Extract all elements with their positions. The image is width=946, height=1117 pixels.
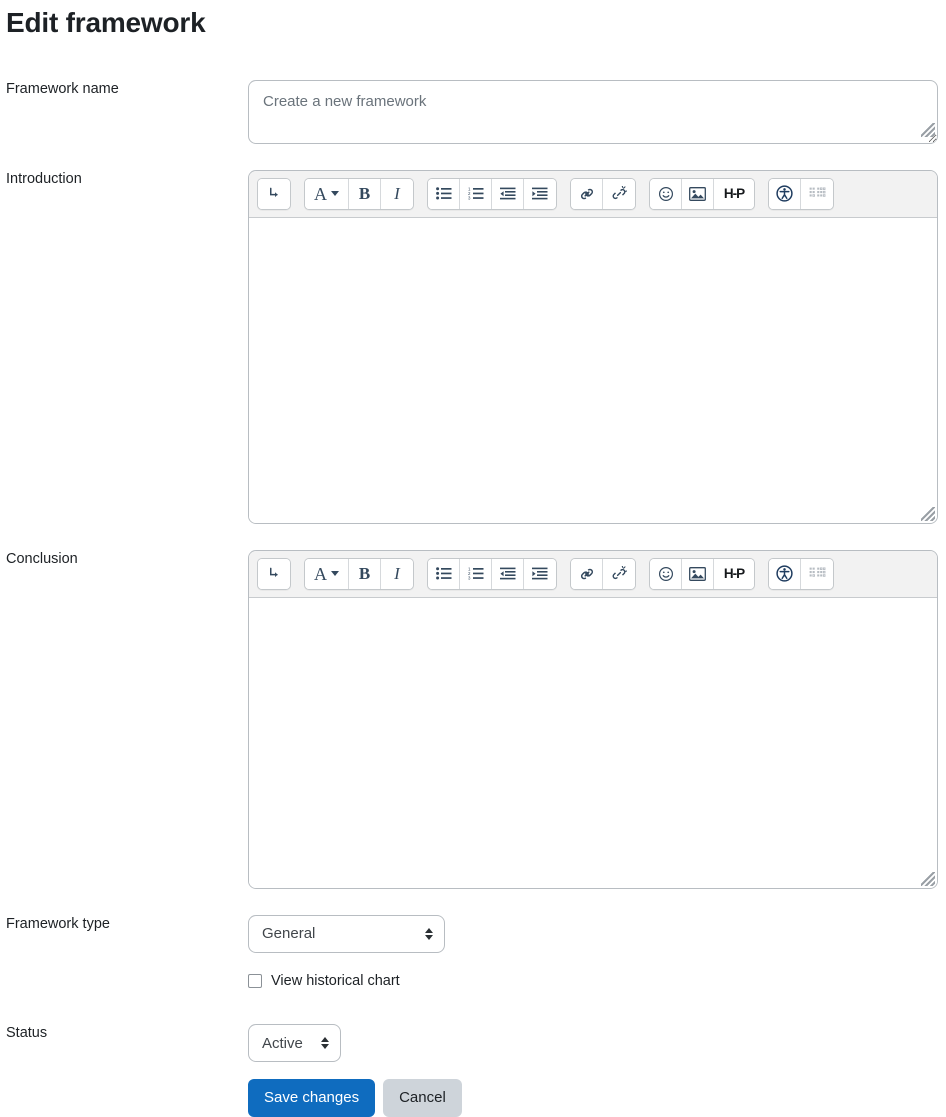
outdent-icon[interactable]	[492, 558, 524, 589]
action-buttons-spacer	[0, 1079, 248, 1098]
introduction-editor-toolbar: A B I 1 2 3 H-P	[249, 170, 937, 218]
screenreader-helper-icon[interactable]	[801, 558, 833, 589]
introduction-editor-content[interactable]	[249, 217, 937, 523]
h5p-label: H-P	[723, 566, 745, 582]
unordered-list-icon[interactable]	[428, 178, 460, 209]
bold-icon[interactable]: B	[349, 178, 381, 209]
status-label: Status	[6, 1025, 48, 1042]
framework-name-control	[248, 79, 946, 144]
toolbar-group-accessibility	[768, 177, 834, 210]
conclusion-editor: A B I 1 2 3 H-P	[248, 549, 938, 889]
conclusion-row: Conclusion A B I 1 2 3 H-P	[0, 549, 946, 889]
button-row: Save changes Cancel	[248, 1079, 938, 1117]
accessibility-checker-icon[interactable]	[769, 178, 801, 209]
conclusion-editor-toolbar: A B I 1 2 3 H-P	[249, 550, 937, 598]
framework-type-label: Framework type	[6, 915, 110, 932]
font-color-icon[interactable]: A	[305, 558, 349, 589]
framework-type-select[interactable]: General	[248, 914, 445, 953]
italic-icon[interactable]: I	[381, 178, 413, 209]
unordered-list-icon[interactable]	[428, 558, 460, 589]
introduction-resize-handle[interactable]	[921, 506, 935, 521]
save-changes-button[interactable]: Save changes	[248, 1079, 376, 1117]
historical-chart-row: View historical chart	[0, 973, 946, 992]
toolbar-group-formatting: A B I	[304, 557, 414, 590]
toolbar-group-link	[570, 557, 636, 590]
status-select[interactable]: Active	[248, 1024, 341, 1063]
introduction-control: A B I 1 2 3 H-P	[248, 169, 946, 524]
toolbar-group-media: H-P	[649, 177, 755, 210]
view-historical-chart-checkbox[interactable]	[248, 973, 262, 988]
ordered-list-icon[interactable]: 1 2 3	[460, 178, 492, 209]
paragraph-style-icon[interactable]	[258, 178, 290, 209]
introduction-editor: A B I 1 2 3 H-P	[248, 169, 938, 524]
framework-name-resize-handle[interactable]	[921, 122, 935, 137]
toolbar-group-accessibility	[768, 557, 834, 590]
image-icon[interactable]	[682, 178, 714, 209]
conclusion-editor-content[interactable]	[249, 597, 937, 888]
framework-name-row: Framework name	[0, 79, 946, 144]
toolbar-group-media: H-P	[649, 557, 755, 590]
unlink-icon[interactable]	[603, 178, 635, 209]
historical-chart-control: View historical chart	[248, 973, 946, 989]
historical-chart-check-row: View historical chart	[248, 973, 938, 989]
view-historical-chart-label[interactable]: View historical chart	[271, 973, 400, 989]
framework-type-row: Framework type General	[0, 914, 946, 953]
introduction-label: Introduction	[6, 170, 82, 187]
toolbar-group-lists: 1 2 3	[427, 177, 557, 210]
outdent-icon[interactable]	[492, 178, 524, 209]
screenreader-helper-icon[interactable]	[801, 178, 833, 209]
ordered-list-icon[interactable]: 1 2 3	[460, 558, 492, 589]
indent-icon[interactable]	[524, 178, 556, 209]
image-icon[interactable]	[682, 558, 714, 589]
cancel-button[interactable]: Cancel	[383, 1079, 462, 1117]
indent-icon[interactable]	[524, 558, 556, 589]
link-icon[interactable]	[571, 558, 603, 589]
h5p-icon[interactable]: H-P	[714, 558, 754, 589]
unlink-icon[interactable]	[603, 558, 635, 589]
accessibility-checker-icon[interactable]	[769, 558, 801, 589]
toolbar-group-formatting: A B I	[304, 177, 414, 210]
page-title: Edit framework	[6, 7, 206, 38]
toolbar-group-undo	[257, 557, 291, 590]
toolbar-group-link	[570, 177, 636, 210]
svg-text:3: 3	[468, 196, 471, 200]
action-buttons-row: Save changes Cancel	[0, 1079, 946, 1117]
framework-name-input[interactable]	[248, 79, 938, 144]
link-icon[interactable]	[571, 178, 603, 209]
font-color-icon[interactable]: A	[305, 178, 349, 209]
emoticon-icon[interactable]	[650, 178, 682, 209]
italic-icon[interactable]: I	[381, 558, 413, 589]
status-control: Active	[248, 1024, 946, 1063]
introduction-row: Introduction A B I 1 2 3 H-P	[0, 169, 946, 524]
framework-name-label: Framework name	[6, 80, 119, 97]
status-select-wrap: Active	[248, 1024, 341, 1063]
toolbar-group-lists: 1 2 3	[427, 557, 557, 590]
action-buttons-control: Save changes Cancel	[248, 1079, 946, 1117]
conclusion-control: A B I 1 2 3 H-P	[248, 549, 946, 889]
framework-name-wrap	[248, 79, 938, 144]
svg-text:3: 3	[468, 576, 471, 580]
h5p-label: H-P	[723, 186, 745, 202]
emoticon-icon[interactable]	[650, 558, 682, 589]
status-row: Status Active	[0, 1024, 946, 1063]
conclusion-resize-handle[interactable]	[921, 871, 935, 886]
h5p-icon[interactable]: H-P	[714, 178, 754, 209]
conclusion-label: Conclusion	[6, 550, 78, 567]
historical-chart-spacer	[0, 973, 248, 992]
bold-icon[interactable]: B	[349, 558, 381, 589]
toolbar-group-undo	[257, 177, 291, 210]
framework-type-control: General	[248, 914, 946, 953]
framework-type-select-wrap: General	[248, 914, 445, 953]
paragraph-style-icon[interactable]	[258, 558, 290, 589]
